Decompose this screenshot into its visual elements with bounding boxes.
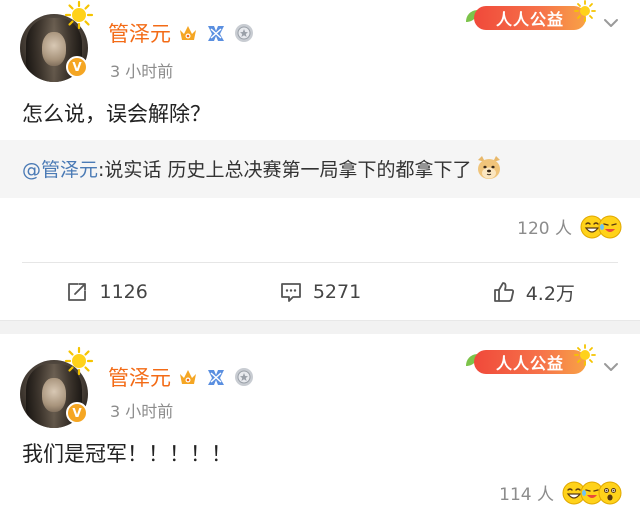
sun-icon bbox=[64, 0, 94, 30]
divider bbox=[22, 262, 618, 263]
charity-badge[interactable]: 人人公益 bbox=[464, 0, 596, 34]
doge-emoji-icon bbox=[478, 156, 501, 179]
charity-badge[interactable]: 人人公益 bbox=[464, 344, 596, 378]
comment-button[interactable]: 5271 bbox=[213, 280, 426, 304]
avatar[interactable]: V bbox=[20, 346, 96, 428]
post-time: 3 小时前 bbox=[110, 402, 174, 421]
avatar[interactable]: V bbox=[20, 0, 96, 82]
post-text: 我们是冠军！！！！！ bbox=[22, 442, 232, 466]
reaction-count: 114 人 bbox=[499, 485, 554, 505]
verified-badge-icon: V bbox=[66, 56, 88, 78]
sun-icon bbox=[64, 346, 94, 376]
repost-content: @管泽元 :说实话 历史上总决赛第一局拿下的都拿下了 bbox=[22, 154, 503, 182]
username[interactable]: 管泽元 bbox=[108, 362, 171, 392]
author-row: 管泽元 bbox=[108, 362, 255, 392]
post-separator bbox=[0, 320, 640, 334]
username[interactable]: 管泽元 bbox=[108, 18, 171, 48]
reactions-row[interactable]: 114 人 bbox=[499, 480, 622, 505]
repost-button[interactable]: 1126 bbox=[0, 280, 213, 304]
reactions-row[interactable]: 120 人 bbox=[517, 214, 622, 239]
surprised-emoji-icon bbox=[598, 481, 622, 504]
charity-label: 人人公益 bbox=[474, 6, 586, 30]
like-count: 4.2万 bbox=[525, 282, 575, 305]
vip-crown-icon[interactable] bbox=[177, 22, 199, 44]
medal-icon[interactable] bbox=[233, 366, 255, 388]
like-button[interactable]: 4.2万 bbox=[427, 279, 640, 306]
repost-count: 1126 bbox=[99, 281, 148, 303]
repost-card[interactable]: @管泽元 :说实话 历史上总决赛第一局拿下的都拿下了 bbox=[0, 140, 640, 198]
medal-icon[interactable] bbox=[233, 22, 255, 44]
reaction-count: 120 人 bbox=[517, 219, 572, 239]
sun-icon bbox=[574, 344, 596, 366]
vip-crown-icon[interactable] bbox=[177, 366, 199, 388]
sun-icon bbox=[574, 0, 596, 22]
comment-icon bbox=[280, 283, 301, 302]
verified-badge-icon: V bbox=[66, 402, 88, 424]
weibo-post-1: V 管泽元 3 小时前 人人公益 怎么说，误会解除？ @管泽元:说实话 历史上… bbox=[0, 0, 640, 320]
action-bar: 1126 5271 4.2万 bbox=[0, 272, 640, 312]
tears-of-joy-emoji-icon bbox=[598, 215, 622, 238]
fan-medal-icon[interactable] bbox=[205, 22, 227, 44]
post-text: 怎么说，误会解除？ bbox=[22, 102, 211, 126]
repost-icon bbox=[68, 283, 87, 301]
chevron-down-icon[interactable] bbox=[600, 12, 622, 34]
thumbs-up-icon bbox=[493, 282, 514, 302]
weibo-post-2: V 管泽元 3 小时前 人人公益 我们是冠军！！！！！ 114 人 bbox=[0, 334, 640, 521]
charity-label: 人人公益 bbox=[474, 350, 586, 374]
repost-text: :说实话 历史上总决赛第一局拿下的都拿下了 bbox=[98, 158, 472, 181]
post-time: 3 小时前 bbox=[110, 62, 174, 81]
fan-medal-icon[interactable] bbox=[205, 366, 227, 388]
author-row: 管泽元 bbox=[108, 18, 255, 48]
mention-link[interactable]: @管泽元 bbox=[22, 155, 98, 182]
chevron-down-icon[interactable] bbox=[600, 356, 622, 378]
comment-count: 5271 bbox=[312, 281, 362, 303]
